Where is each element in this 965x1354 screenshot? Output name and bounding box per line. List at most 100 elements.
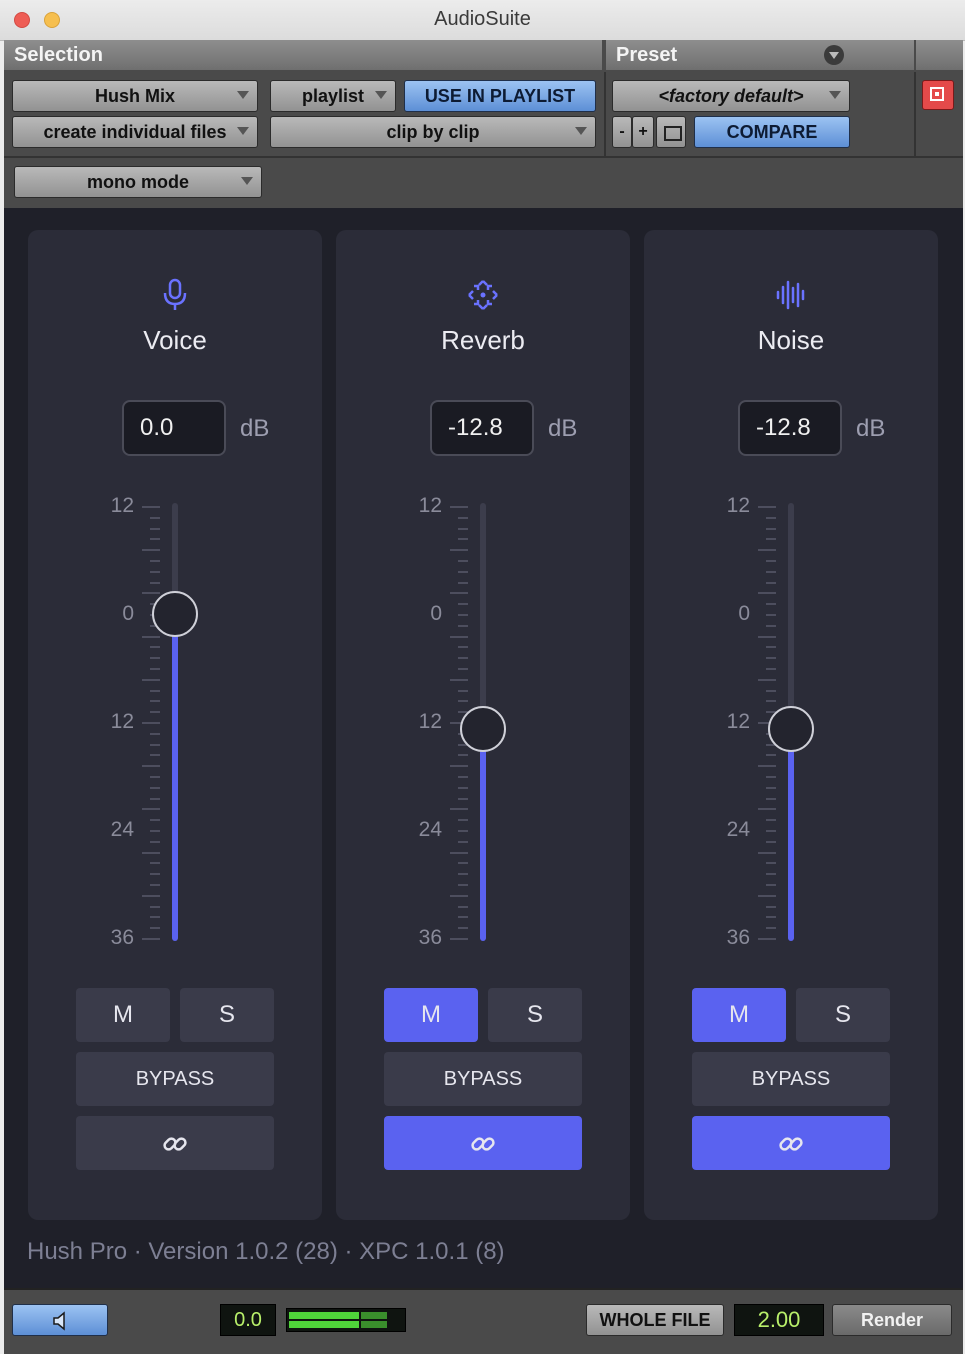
fader-tick	[766, 905, 776, 908]
gain-value-field[interactable]: -12.8	[430, 400, 534, 456]
fader-tick	[766, 700, 776, 703]
divider	[4, 156, 963, 158]
fader-tick	[450, 894, 468, 897]
fader-tick	[458, 538, 468, 541]
fader-tick	[150, 905, 160, 908]
link-button[interactable]	[76, 1116, 274, 1170]
link-button[interactable]	[692, 1116, 890, 1170]
fader-tick	[766, 538, 776, 541]
fader-tick	[458, 873, 468, 876]
fader-tick	[458, 776, 468, 778]
solo-button[interactable]: S	[180, 988, 274, 1042]
mono-mode-select[interactable]: mono mode	[14, 166, 262, 198]
solo-button[interactable]: S	[796, 988, 890, 1042]
fader-tick	[766, 570, 776, 573]
mute-button[interactable]: M	[76, 988, 170, 1042]
mute-button[interactable]: M	[692, 988, 786, 1042]
bypass-button[interactable]: BYPASS	[76, 1052, 274, 1106]
playlist-select[interactable]: playlist	[270, 80, 396, 112]
microphone-icon	[161, 278, 189, 317]
selection-section-label: Selection	[4, 40, 602, 70]
scale-label: 24	[110, 818, 134, 841]
fader-tick	[758, 678, 776, 681]
clip-mode-value: clip by clip	[386, 122, 480, 142]
fader-tick	[766, 797, 776, 800]
fader-tick	[766, 581, 776, 584]
target-button[interactable]	[922, 80, 954, 110]
scale-label: 12	[418, 710, 442, 733]
fader-tick	[766, 668, 776, 670]
fader-tick	[450, 808, 468, 811]
fader-tick	[766, 657, 776, 660]
processing-mode-button[interactable]: WHOLE FILE	[586, 1304, 724, 1336]
fader-tick	[766, 624, 776, 627]
fader-fill	[480, 729, 486, 941]
preset-menu-icon[interactable]	[824, 45, 844, 65]
fader-tick	[150, 700, 160, 703]
fader-tick	[758, 765, 776, 768]
fader-tick	[150, 560, 160, 562]
fader-tick	[458, 527, 468, 530]
fader-tick	[458, 905, 468, 908]
use-in-playlist-button[interactable]: USE IN PLAYLIST	[404, 80, 596, 112]
fader-tick	[766, 603, 776, 606]
fader-tick	[758, 851, 776, 854]
fader-tick	[458, 797, 468, 800]
fader-knob[interactable]	[460, 706, 506, 753]
scale-label: 36	[418, 926, 442, 949]
clip-mode-select[interactable]: clip by clip	[270, 116, 596, 148]
gain-value-field[interactable]: -12.8	[738, 400, 842, 456]
fader-tick	[150, 581, 160, 584]
scale-label: 24	[418, 818, 442, 841]
bottom-bar: 0.0 WHOLE FILE 2.00 Render	[4, 1288, 963, 1354]
plugin-header: Selection Preset Hush Mix playlist USE I…	[4, 40, 963, 210]
header-corner	[916, 40, 963, 70]
preset-next-button[interactable]: +	[632, 116, 654, 148]
bypass-button[interactable]: BYPASS	[384, 1052, 582, 1106]
preset-section-label: Preset	[606, 40, 914, 70]
fader-tick	[458, 516, 468, 519]
fader-tick	[150, 646, 160, 649]
channel-strip-reverb: Reverb -12.8 dB 12 0 12 24 36 M S BYPASS	[336, 230, 630, 1220]
fader-tick	[142, 765, 160, 768]
fader-tick	[766, 786, 776, 789]
fader-tick	[150, 776, 160, 778]
plugin-select[interactable]: Hush Mix	[12, 80, 258, 112]
fader-tick	[758, 894, 776, 897]
render-button[interactable]: Render	[832, 1304, 952, 1336]
scale-label: 36	[726, 926, 750, 949]
fader-tick	[766, 527, 776, 530]
target-icon	[930, 87, 944, 101]
mute-button[interactable]: M	[384, 988, 478, 1042]
solo-button[interactable]: S	[488, 988, 582, 1042]
compare-button[interactable]: COMPARE	[694, 116, 850, 148]
scale-label: 0	[122, 602, 134, 625]
fader-tick	[458, 603, 468, 606]
preset-select[interactable]: <factory default>	[612, 80, 850, 112]
preset-library-button[interactable]	[656, 116, 686, 148]
preset-previous-button[interactable]: -	[612, 116, 632, 148]
preview-button[interactable]	[12, 1304, 108, 1336]
scale-label: 12	[418, 494, 442, 517]
mono-mode-value: mono mode	[87, 172, 189, 192]
link-button[interactable]	[384, 1116, 582, 1170]
handle-length-field[interactable]: 2.00	[734, 1304, 824, 1336]
scale-label: 24	[726, 818, 750, 841]
fader-tick	[142, 808, 160, 811]
fader-tick	[766, 516, 776, 519]
fader-tick	[150, 797, 160, 800]
fader-tick	[150, 516, 160, 519]
link-icon	[779, 1137, 803, 1151]
file-mode-select[interactable]: create individual files	[12, 116, 258, 148]
fader-ticks	[142, 506, 164, 940]
link-icon	[163, 1137, 187, 1151]
fader-knob[interactable]	[152, 591, 198, 637]
fader-knob[interactable]	[768, 706, 814, 753]
output-gain-field[interactable]: 0.0	[220, 1304, 276, 1336]
fader-tick	[142, 938, 160, 940]
fader-tick	[450, 549, 468, 552]
fader-tick	[150, 916, 160, 919]
gain-value-field[interactable]: 0.0	[122, 400, 226, 456]
fader-tick	[150, 819, 160, 822]
bypass-button[interactable]: BYPASS	[692, 1052, 890, 1106]
